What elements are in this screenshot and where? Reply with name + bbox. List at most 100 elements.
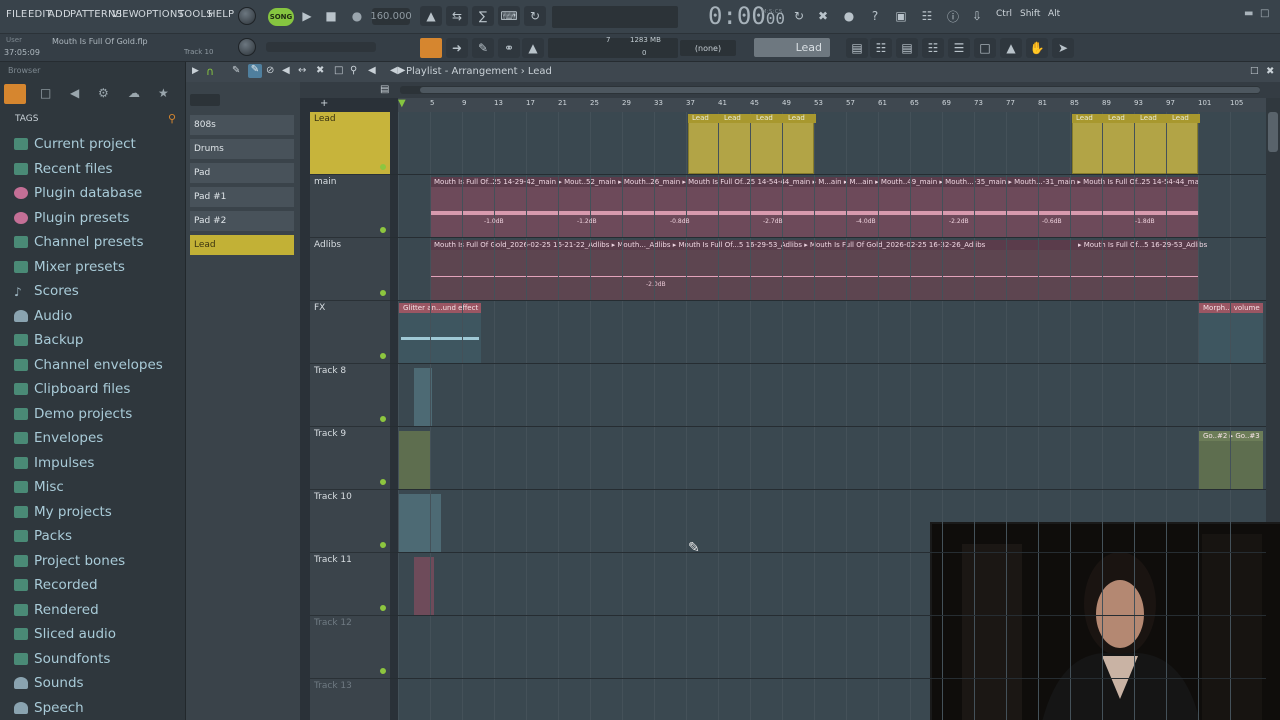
browser-item-audio[interactable]: Audio bbox=[14, 304, 72, 328]
channel-rack-button[interactable]: ☷ bbox=[870, 38, 892, 58]
track-active-indicator[interactable] bbox=[380, 479, 386, 485]
piano-mini-icon[interactable]: ▤ bbox=[380, 84, 389, 95]
browser-item-plugin-presets[interactable]: Plugin presets bbox=[14, 206, 129, 230]
browser-item-project-bones[interactable]: Project bones bbox=[14, 549, 125, 573]
playhead-marker-icon[interactable]: ▼ bbox=[398, 98, 406, 109]
menu-help[interactable]: HELP bbox=[208, 9, 234, 20]
track-name[interactable]: FX bbox=[314, 303, 325, 313]
track-active-indicator[interactable] bbox=[380, 605, 386, 611]
slip-tool-icon[interactable]: ↔ bbox=[298, 65, 306, 76]
stop-button[interactable]: ■ bbox=[320, 6, 342, 26]
track-active-indicator[interactable] bbox=[380, 290, 386, 296]
tags-label[interactable]: TAGS bbox=[15, 114, 38, 124]
save-button[interactable]: ▣ bbox=[890, 6, 912, 26]
mixer-view-button[interactable]: ☷ bbox=[922, 38, 944, 58]
pitch-knob[interactable] bbox=[238, 38, 256, 56]
zoom-tool-icon[interactable]: ⚲ bbox=[350, 65, 357, 76]
track-name[interactable]: main bbox=[314, 177, 337, 187]
help-button[interactable]: ? bbox=[864, 6, 886, 26]
browser-item-envelopes[interactable]: Envelopes bbox=[14, 426, 103, 450]
track-name[interactable]: Adlibs bbox=[314, 240, 341, 250]
browser-all-button[interactable] bbox=[4, 84, 26, 104]
add-track-icon[interactable]: + bbox=[320, 98, 328, 109]
browser-item-sliced-audio[interactable]: Sliced audio bbox=[14, 622, 116, 646]
track-lane-3[interactable] bbox=[310, 238, 1266, 301]
piano-roll-button[interactable]: ▤ bbox=[896, 38, 918, 58]
master-volume-knob[interactable] bbox=[238, 7, 256, 25]
playback-tool-icon[interactable]: ◀ bbox=[368, 65, 376, 76]
shift-key[interactable]: Shift bbox=[1020, 9, 1040, 19]
channel-item-lead[interactable]: Lead bbox=[190, 235, 294, 255]
playlist-vscroll-thumb[interactable] bbox=[1268, 112, 1278, 152]
browser-item-my-projects[interactable]: My projects bbox=[14, 500, 112, 524]
browser-item-impulses[interactable]: Impulses bbox=[14, 451, 94, 475]
stamp-button[interactable]: ▲ bbox=[522, 38, 544, 58]
browser-item-recent-files[interactable]: Recent files bbox=[14, 157, 113, 181]
track-active-indicator[interactable] bbox=[380, 416, 386, 422]
browser-item-sounds[interactable]: Sounds bbox=[14, 671, 84, 695]
delete-tool-icon[interactable]: ⊘ bbox=[266, 65, 274, 76]
browser-cloud-icon[interactable]: ☁ bbox=[128, 86, 140, 100]
tempo-display[interactable]: 160.000 bbox=[370, 8, 412, 25]
track-name[interactable]: Track 13 bbox=[314, 681, 352, 691]
track-name[interactable]: Track 10 bbox=[314, 492, 352, 502]
mixer-button[interactable]: ☷ bbox=[916, 6, 938, 26]
track-lane-8[interactable] bbox=[310, 553, 1266, 616]
browser-item-scores[interactable]: ♪ Scores bbox=[14, 279, 79, 303]
plugin-button[interactable]: ▲ bbox=[1000, 38, 1022, 58]
master-pitch-slider[interactable] bbox=[266, 42, 376, 52]
playlist-options-icon[interactable]: ▶ bbox=[192, 66, 199, 76]
track-active-indicator[interactable] bbox=[380, 542, 386, 548]
draw-tool-icon[interactable]: ✎ bbox=[232, 65, 240, 76]
select-tool-icon[interactable]: □ bbox=[334, 65, 343, 76]
paint-tool-icon[interactable]: ✎ bbox=[248, 64, 262, 78]
track-name[interactable]: Track 11 bbox=[314, 555, 352, 565]
extra-button[interactable]: ➤ bbox=[1052, 38, 1074, 58]
step-edit-button[interactable]: ⌨ bbox=[498, 6, 520, 26]
record-button[interactable]: ● bbox=[346, 6, 368, 26]
info-button[interactable]: ⓘ bbox=[942, 6, 964, 26]
channel-item-pad-1[interactable]: Pad #1 bbox=[190, 187, 294, 207]
pattern-mode-button[interactable] bbox=[420, 38, 442, 58]
browser-item-channel-presets[interactable]: Channel presets bbox=[14, 230, 144, 254]
tools-button[interactable]: ✖ bbox=[812, 6, 834, 26]
track-lane-7[interactable] bbox=[310, 490, 1266, 553]
arrangement-arrows-icon[interactable]: ◀▶ bbox=[390, 65, 405, 76]
browser-item-mixer-presets[interactable]: Mixer presets bbox=[14, 255, 125, 279]
browser-star-icon[interactable]: ★ bbox=[158, 86, 169, 100]
alt-key[interactable]: Alt bbox=[1048, 9, 1060, 19]
channel-selector[interactable]: Lead bbox=[754, 38, 830, 57]
browser-item-soundfonts[interactable]: Soundfonts bbox=[14, 647, 110, 671]
track-lane-9[interactable] bbox=[310, 616, 1266, 679]
download-button[interactable]: ⇩ bbox=[966, 6, 988, 26]
play-button[interactable]: ▶ bbox=[296, 6, 318, 26]
track-lane-6[interactable] bbox=[310, 427, 1266, 490]
browser-plugin-icon[interactable]: ⚙ bbox=[98, 86, 109, 100]
browser-item-backup[interactable]: Backup bbox=[14, 328, 84, 352]
track-active-indicator[interactable] bbox=[380, 164, 386, 170]
browser-item-demo-projects[interactable]: Demo projects bbox=[14, 402, 132, 426]
track-name[interactable]: Track 12 bbox=[314, 618, 352, 628]
browser-item-rendered[interactable]: Rendered bbox=[14, 598, 99, 622]
menu-file[interactable]: FILE bbox=[6, 9, 27, 20]
mute-tool-icon[interactable]: ◀ bbox=[282, 65, 290, 76]
menu-add[interactable]: ADD bbox=[48, 9, 71, 20]
channel-item-pad-2[interactable]: Pad #2 bbox=[190, 211, 294, 231]
browser-item-current-project[interactable]: Current project bbox=[14, 132, 136, 156]
track-lane-10[interactable] bbox=[310, 679, 1266, 720]
metronome-button[interactable]: ▲ bbox=[420, 6, 442, 26]
channel-item-808s[interactable]: 808s bbox=[190, 115, 294, 135]
slice-tool-icon[interactable]: ✖ bbox=[316, 65, 324, 76]
browser-project-icon[interactable]: □ bbox=[40, 86, 51, 100]
playlist-button[interactable]: ▤ bbox=[846, 38, 868, 58]
browser-item-packs[interactable]: Packs bbox=[14, 524, 72, 548]
ctrl-key[interactable]: Ctrl bbox=[996, 9, 1012, 19]
menu-view[interactable]: VIEW bbox=[112, 9, 139, 20]
wait-input-button[interactable]: ⇆ bbox=[446, 6, 468, 26]
track-active-indicator[interactable] bbox=[380, 227, 386, 233]
playlist-close-icon[interactable]: ✖ bbox=[1266, 66, 1274, 77]
browser-item-plugin-database[interactable]: Plugin database bbox=[14, 181, 142, 205]
browser-item-clipboard-files[interactable]: Clipboard files bbox=[14, 377, 130, 401]
link-button[interactable]: ⚭ bbox=[498, 38, 520, 58]
piano-roll-mini-icon[interactable] bbox=[190, 94, 220, 106]
